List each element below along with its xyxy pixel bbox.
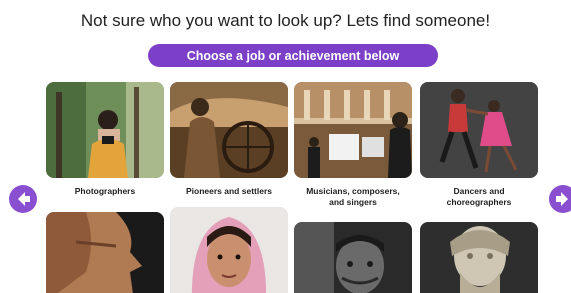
tile-crazy-horse[interactable]: [46, 212, 164, 293]
caption-musicians: Musicians, composers, and singers: [288, 186, 418, 208]
bw-portrait-image: [294, 222, 412, 293]
next-arrow-button[interactable]: [548, 184, 571, 214]
marble-bust-image: [420, 222, 538, 293]
caption-dancers-line1: Dancers and: [453, 186, 505, 196]
orchestra-image: [294, 82, 412, 178]
caption-photographers: Photographers: [74, 186, 136, 196]
tile-civil-rights[interactable]: [294, 222, 412, 293]
tile-photographers[interactable]: [46, 82, 164, 178]
stone-carving-image: [46, 212, 164, 293]
arrow-right-icon: [549, 185, 571, 213]
portrait-scarf-image: [170, 207, 288, 293]
tile-philosopher[interactable]: [420, 222, 538, 293]
photographer-image: [46, 82, 164, 178]
page-title: Not sure who you want to look up? Lets f…: [80, 11, 491, 30]
caption-dancers: Dancers and choreographers: [414, 186, 544, 208]
caption-musicians-line1: Musicians, composers,: [306, 186, 400, 196]
tile-activist[interactable]: [170, 207, 288, 293]
tile-dancers[interactable]: [420, 82, 538, 178]
tile-musicians[interactable]: [294, 82, 412, 178]
choose-job-button[interactable]: Choose a job or achievement below: [148, 44, 438, 67]
caption-musicians-line2: and singers: [329, 197, 377, 207]
prev-arrow-button[interactable]: [8, 184, 38, 214]
dancers-image: [420, 82, 538, 178]
tile-pioneers[interactable]: [170, 82, 288, 178]
caption-pioneers: Pioneers and settlers: [186, 186, 272, 196]
pioneer-image: [170, 82, 288, 178]
caption-dancers-line2: choreographers: [446, 197, 512, 207]
category-picker: Not sure who you want to look up? Lets f…: [0, 0, 571, 293]
arrow-left-icon: [9, 185, 37, 213]
